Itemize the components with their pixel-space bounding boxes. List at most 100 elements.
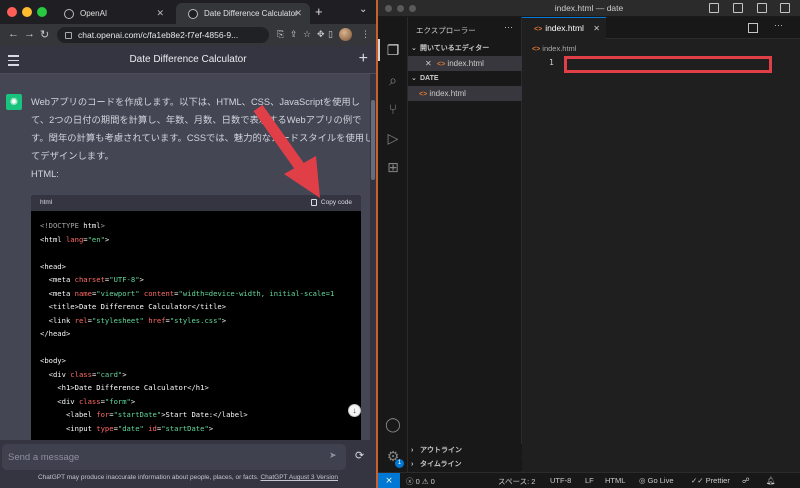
sidepanel-icon[interactable]: ▯: [328, 29, 333, 40]
encoding-status[interactable]: UTF-8: [550, 476, 571, 485]
profile-avatar[interactable]: [339, 28, 352, 41]
toggle-secondary-sidebar-icon[interactable]: [757, 3, 767, 13]
outline-section[interactable]: › アウトライン: [408, 444, 522, 457]
code-token: <input: [40, 423, 97, 433]
code-token: <body>: [40, 356, 66, 365]
error-count: 0: [415, 477, 420, 486]
close-icon[interactable]: ✕: [156, 8, 164, 19]
chevron-down-icon: ⌄: [411, 45, 417, 52]
code-line: <div class="form">: [40, 395, 334, 409]
folder-section[interactable]: ⌄ DATE: [408, 72, 522, 85]
toggle-sidebar-icon[interactable]: [709, 3, 719, 13]
code-token: <link: [40, 315, 75, 325]
scrollbar[interactable]: [371, 100, 375, 180]
more-icon[interactable]: ···: [774, 20, 783, 30]
problems-status[interactable]: ⓧ 0 ⚠ 0: [406, 476, 435, 487]
translate-icon[interactable]: ⎘: [277, 29, 284, 40]
back-icon[interactable]: ←: [8, 28, 19, 40]
code-token: class: [78, 396, 101, 406]
feedback-icon[interactable]: ☍: [742, 476, 750, 485]
version-link[interactable]: ChatGPT August 3 Version: [260, 474, 338, 481]
close-icon[interactable]: ✕: [425, 56, 432, 71]
code-line: <title>Date Difference Calculator</title…: [40, 300, 334, 314]
code-token: <label: [40, 410, 97, 419]
reload-icon[interactable]: ↻: [40, 28, 49, 41]
prettier-status[interactable]: ✓✓ Prettier: [691, 476, 730, 485]
timeline-section[interactable]: › タイムライン: [408, 458, 522, 471]
url-text: chat.openai.com/c/fa1eb8e2-f7ef-4856-9..…: [78, 30, 239, 40]
annotation-highlight-box: [564, 56, 772, 73]
share-icon[interactable]: ⇪: [290, 29, 298, 40]
search-icon[interactable]: ⌕: [385, 72, 401, 88]
more-icon[interactable]: ···: [504, 22, 513, 32]
code-token: html: [83, 221, 101, 230]
remote-icon[interactable]: ⨯: [378, 473, 400, 488]
code-token: "stylesheet": [91, 315, 144, 325]
folder-file-item[interactable]: <> index.html: [408, 86, 522, 101]
code-token: <title>: [40, 302, 79, 311]
code-content: <!DOCTYPE html> <html lang="en"> <head> <…: [40, 219, 334, 435]
window-zoom-button[interactable]: [37, 7, 47, 17]
eol-status[interactable]: LF: [585, 476, 594, 485]
openai-favicon-icon: [188, 8, 198, 19]
code-token: </title>: [191, 302, 227, 311]
send-icon[interactable]: ➤: [329, 450, 337, 461]
close-icon[interactable]: ✕: [294, 8, 302, 19]
customize-layout-icon[interactable]: [780, 3, 790, 13]
code-language: html: [40, 199, 53, 206]
code-token: >: [100, 221, 105, 230]
new-chat-icon[interactable]: +: [359, 50, 368, 68]
language-mode-status[interactable]: HTML: [605, 476, 625, 485]
notifications-icon[interactable]: 🔔︎: [766, 476, 776, 485]
code-token: >: [130, 396, 136, 406]
code-token: Date Difference Calculator: [74, 383, 188, 392]
run-debug-icon[interactable]: ▷: [385, 130, 401, 146]
close-icon[interactable]: ✕: [593, 18, 600, 39]
toggle-panel-icon[interactable]: [733, 3, 743, 13]
code-token: type: [96, 423, 114, 433]
chevron-down-icon[interactable]: ⌄: [359, 4, 367, 15]
bookmark-star-icon[interactable]: ☆: [303, 29, 311, 40]
message-input[interactable]: Send a message: [2, 444, 346, 470]
code-token: href: [148, 315, 166, 325]
editor-tab-bar: <> index.html ✕ ···: [522, 17, 800, 39]
indentation-status[interactable]: スペース: 2: [498, 476, 535, 487]
extensions-icon[interactable]: ⊞: [385, 159, 401, 175]
source-control-icon[interactable]: ⑂: [385, 101, 401, 117]
open-editors-section[interactable]: ⌄ 開いているエディター: [408, 42, 522, 55]
tab-label: OpenAI: [80, 9, 108, 18]
copy-code-button[interactable]: Copy code: [310, 199, 352, 206]
chevron-right-icon: ›: [411, 447, 414, 454]
double-check-icon: ✓✓: [691, 476, 704, 485]
regenerate-icon[interactable]: ⟳: [355, 449, 364, 462]
line-number: 1: [549, 58, 554, 67]
window-minimize-button[interactable]: [22, 7, 32, 17]
open-editor-item[interactable]: ✕ <> index.html: [408, 56, 522, 71]
html-file-icon: <>: [534, 26, 543, 33]
forward-icon[interactable]: →: [24, 28, 35, 40]
code-token: name: [74, 288, 92, 298]
code-line: </head>: [40, 327, 334, 341]
code-token: >: [139, 275, 144, 284]
more-menu-icon[interactable]: ⋮: [361, 29, 370, 40]
new-tab-button[interactable]: +: [315, 4, 323, 19]
file-label-row: <> index.html: [419, 86, 466, 102]
scroll-down-icon[interactable]: ↓: [348, 404, 361, 417]
explorer-icon[interactable]: ❐: [385, 42, 401, 58]
tab-openai[interactable]: OpenAI ✕: [52, 3, 172, 24]
accounts-icon[interactable]: ◯: [385, 416, 401, 432]
tab-date-difference-calculator[interactable]: Date Difference Calculator ✕: [176, 3, 310, 24]
code-token: "form": [104, 396, 131, 406]
code-token: <html: [40, 234, 66, 244]
extensions-icon[interactable]: ✥: [317, 29, 325, 40]
code-token: "UTF-8": [109, 275, 140, 284]
url-field[interactable]: chat.openai.com/c/fa1eb8e2-f7ef-4856-9..…: [57, 27, 269, 43]
code-line: <label for="startDate">Start Date:</labe…: [40, 408, 334, 422]
split-editor-icon[interactable]: [748, 23, 758, 33]
window-close-button[interactable]: [7, 7, 17, 17]
breadcrumb[interactable]: <> index.html: [532, 44, 576, 53]
section-label: アウトライン: [420, 447, 462, 454]
tab-index-html[interactable]: <> index.html ✕: [522, 17, 606, 39]
openai-logo-icon: ✺: [6, 94, 22, 110]
go-live-button[interactable]: ◎ Go Live: [639, 476, 674, 485]
